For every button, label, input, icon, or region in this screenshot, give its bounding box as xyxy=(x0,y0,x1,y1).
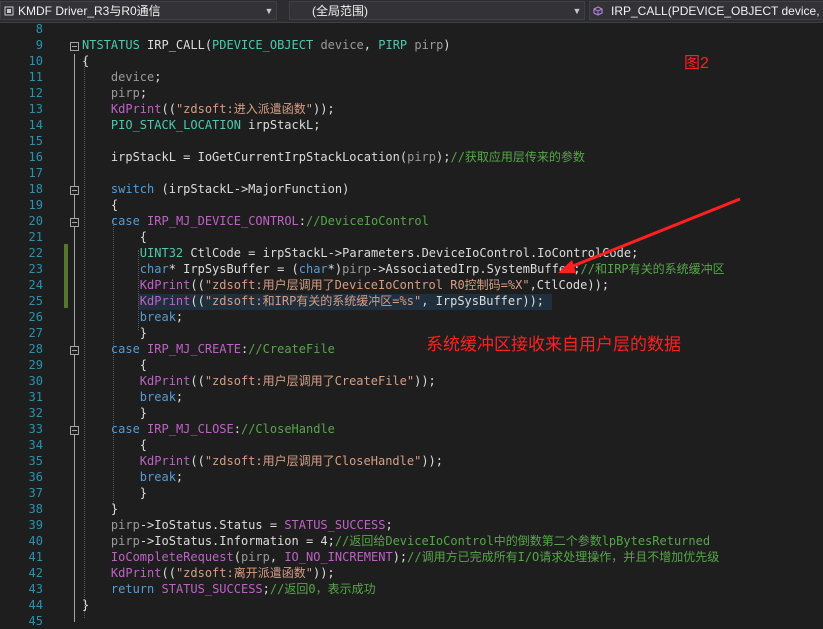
annotation-arrow-head xyxy=(558,260,576,273)
annotation-arrow-overlay xyxy=(558,197,741,273)
annotation-arrow-line xyxy=(567,197,741,270)
